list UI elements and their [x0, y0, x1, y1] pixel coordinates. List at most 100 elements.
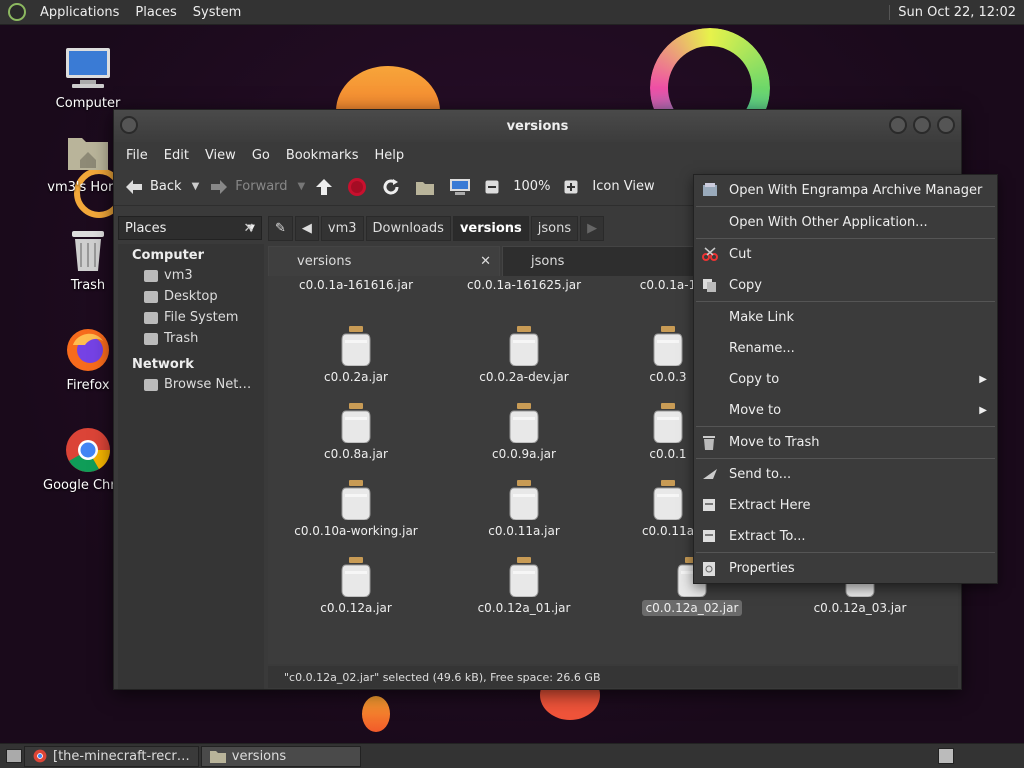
reload-button[interactable] — [377, 177, 405, 197]
sidebar-item-trash[interactable]: Trash — [118, 328, 264, 349]
file-item[interactable]: c0.0.8a.jar — [272, 403, 440, 461]
file-item[interactable]: c0.0.9a.jar — [440, 403, 608, 461]
close-button[interactable] — [937, 116, 955, 134]
desktop-folder-icon — [144, 290, 158, 303]
places-menu[interactable]: Places — [127, 5, 184, 20]
back-button[interactable]: Back — [120, 179, 186, 195]
menubar: File Edit View Go Bookmarks Help — [114, 142, 961, 168]
tab-label: jsons — [531, 254, 565, 269]
menu-item-label: Extract To... — [729, 529, 806, 544]
breadcrumb-left-arrow[interactable]: ◀ — [294, 215, 319, 241]
menu-go[interactable]: Go — [244, 148, 278, 163]
menu-item-move-to[interactable]: Move to ▶ — [694, 395, 997, 426]
breadcrumb-versions[interactable]: versions — [452, 215, 529, 241]
zoom-in-button[interactable] — [560, 180, 582, 194]
file-label: c0.0.9a.jar — [492, 447, 556, 461]
menu-item-rename[interactable]: Rename... — [694, 333, 997, 364]
home-icon — [416, 181, 435, 195]
menu-item-open-with-other-application[interactable]: Open With Other Application... — [694, 207, 997, 238]
close-sidebar-button[interactable]: ✕ — [238, 217, 260, 239]
menu-item-extract-to[interactable]: Extract To... — [694, 521, 997, 552]
home-button[interactable] — [411, 178, 439, 196]
mate-logo-icon[interactable] — [8, 3, 26, 21]
file-item[interactable]: c0.0.1a-161625.jar — [440, 278, 608, 292]
show-desktop-icon[interactable] — [6, 749, 22, 763]
sidebar-item-desktop[interactable]: Desktop — [118, 286, 264, 307]
sidebar-item-browse-network[interactable]: Browse Net… — [118, 374, 264, 395]
breadcrumb-downloads[interactable]: Downloads — [365, 215, 451, 241]
file-label: c0.0.12a_01.jar — [477, 601, 571, 615]
close-tab-icon[interactable]: ✕ — [480, 254, 491, 269]
menu-item-label: Copy to — [729, 372, 780, 387]
menu-item-properties[interactable]: Properties — [694, 553, 997, 584]
maximize-button[interactable] — [913, 116, 931, 134]
network-icon — [144, 378, 158, 391]
menu-view[interactable]: View — [197, 148, 244, 163]
system-menu[interactable]: System — [185, 5, 249, 20]
firefox-icon — [64, 326, 112, 374]
menu-help[interactable]: Help — [366, 148, 412, 163]
extract-icon — [702, 529, 716, 543]
breadcrumb-jsons[interactable]: jsons — [530, 215, 579, 241]
forward-label: Forward — [235, 179, 288, 194]
up-button[interactable] — [311, 178, 337, 196]
menu-file[interactable]: File — [118, 148, 156, 163]
menu-item-extract-here[interactable]: Extract Here — [694, 490, 997, 521]
properties-icon — [702, 561, 716, 576]
taskbar-item-chrome[interactable]: [the-minecraft-recr… — [24, 745, 199, 767]
drive-icon — [144, 311, 158, 324]
menu-item-copy-to[interactable]: Copy to ▶ — [694, 364, 997, 395]
zoom-out-icon — [485, 180, 499, 193]
file-item[interactable]: c0.0.11a.jar — [440, 480, 608, 538]
sidebar-item-filesystem[interactable]: File System — [118, 307, 264, 328]
file-label: c0.0.11a.jar — [488, 524, 560, 538]
zoom-level[interactable]: 100% — [509, 179, 554, 194]
tab-versions[interactable]: versions ✕ — [268, 246, 500, 276]
menu-item-label: Make Link — [729, 310, 794, 325]
sidebar-item-label: File System — [164, 310, 239, 325]
workspace-switcher[interactable] — [938, 748, 954, 764]
file-item[interactable]: c0.0.12a_01.jar — [440, 557, 608, 615]
view-mode-selector[interactable]: Icon View — [588, 179, 658, 194]
forward-history-dropdown[interactable]: ▼ — [298, 181, 306, 192]
edit-location-icon[interactable]: ✎ — [268, 215, 293, 241]
menu-item-cut[interactable]: Cut — [694, 239, 997, 270]
taskbar-item-label: [the-minecraft-recr… — [53, 748, 190, 764]
back-history-dropdown[interactable]: ▼ — [192, 181, 200, 192]
tab-label: versions — [297, 254, 352, 269]
minimize-button[interactable] — [889, 116, 907, 134]
breadcrumb-right-arrow[interactable]: ▶ — [580, 215, 605, 241]
jar-file-icon — [652, 403, 684, 444]
jar-file-icon — [340, 403, 372, 444]
desktop-icon-computer[interactable]: Computer — [43, 44, 133, 111]
jar-file-icon — [652, 480, 684, 521]
file-item[interactable]: c0.0.2a.jar — [272, 326, 440, 384]
file-item[interactable]: c0.0.10a-working.jar — [272, 480, 440, 538]
menu-bookmarks[interactable]: Bookmarks — [278, 148, 367, 163]
breadcrumb-vm3[interactable]: vm3 — [320, 215, 364, 241]
submenu-arrow-icon: ▶ — [979, 374, 987, 385]
sidebar-item-vm3[interactable]: vm3 — [118, 265, 264, 286]
stop-button[interactable] — [343, 177, 371, 197]
chrome-icon — [64, 426, 112, 474]
forward-button[interactable]: Forward — [205, 179, 291, 195]
menu-edit[interactable]: Edit — [156, 148, 197, 163]
menu-item-open-with-engrampa-archive-manager[interactable]: Open With Engrampa Archive Manager — [694, 175, 997, 206]
file-item[interactable]: c0.0.12a.jar — [272, 557, 440, 615]
window-menu-button[interactable] — [120, 116, 138, 134]
menu-item-send-to[interactable]: Send to... — [694, 459, 997, 490]
file-item[interactable]: c0.0.2a-dev.jar — [440, 326, 608, 384]
menu-item-copy[interactable]: Copy — [694, 270, 997, 301]
window-titlebar[interactable]: versions — [114, 110, 961, 142]
clock[interactable]: Sun Oct 22, 12:02 — [889, 4, 1024, 20]
taskbar-item-versions[interactable]: versions — [200, 745, 361, 767]
zoom-out-button[interactable] — [481, 180, 503, 194]
applications-menu[interactable]: Applications — [32, 5, 127, 20]
menu-item-label: Extract Here — [729, 498, 811, 513]
menu-item-make-link[interactable]: Make Link — [694, 302, 997, 333]
computer-button[interactable] — [445, 178, 475, 196]
status-bar: "c0.0.12a_02.jar" selected (49.6 kB), Fr… — [268, 666, 958, 688]
trash-icon — [64, 226, 112, 274]
file-item[interactable]: c0.0.1a-161616.jar — [272, 278, 440, 292]
menu-item-move-to-trash[interactable]: Move to Trash — [694, 427, 997, 458]
